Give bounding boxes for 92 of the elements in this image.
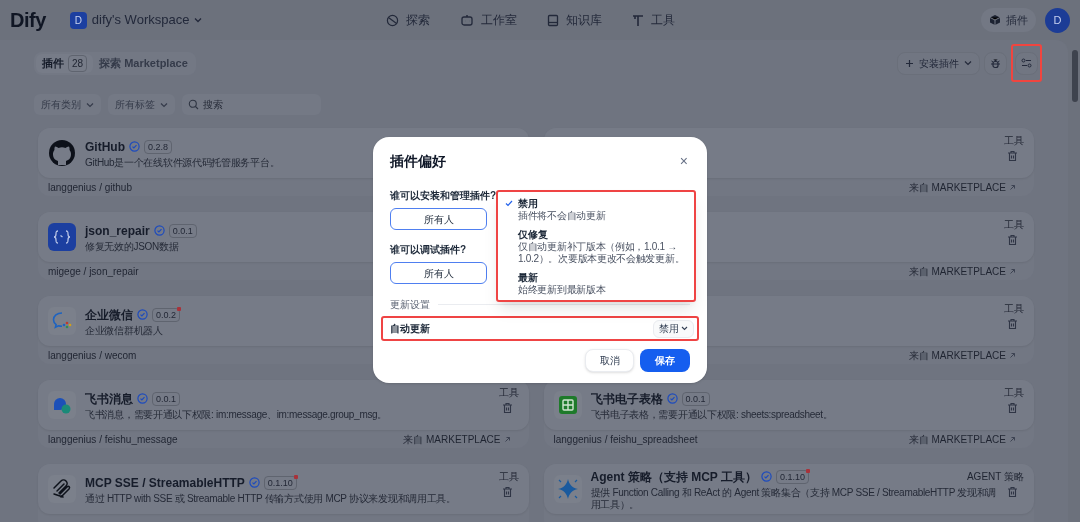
save-button[interactable]: 保存 [640, 349, 690, 372]
nav-link[interactable]: 工作室 [455, 11, 521, 29]
version-badge: 0.0.1 [168, 223, 197, 238]
update-mode-select[interactable]: 禁用 [653, 319, 694, 338]
cube-icon [989, 14, 1001, 26]
plugin-description: 企业微信群机器人 [85, 324, 163, 337]
plugin-description: 飞书消息，需要开通以下权限: im:message、im:message.group_msg。 [85, 408, 388, 421]
plugin-path: langgenius / feishu_message [48, 432, 178, 447]
marketplace-link[interactable]: 来自 MARKETPLACE [403, 431, 511, 447]
install-plugin-button[interactable]: 安装插件 [897, 51, 980, 75]
book-icon [546, 13, 559, 27]
plugin-name: 飞书消息 [85, 390, 133, 408]
chevron-down-icon [86, 101, 94, 108]
category-tag: AGENT 策略 [964, 471, 1026, 483]
category-tag: 工具 [1002, 219, 1026, 231]
cancel-button[interactable]: 取消 [585, 349, 634, 372]
plugin-path: langgenius / wecom [48, 348, 137, 363]
trash-icon[interactable] [1007, 318, 1018, 330]
menu-item-description: 始终更新到最新版本 [518, 284, 606, 296]
external-link-icon [1009, 351, 1016, 359]
workspace-avatar: D [69, 11, 87, 29]
plugin-name: GitHub [85, 138, 125, 156]
category-tag: 工具 [1002, 387, 1026, 399]
marketplace-link[interactable]: 来自 MARKETPLACE [908, 431, 1016, 447]
logo: Dify [10, 8, 46, 33]
robot-icon [459, 13, 474, 27]
bug-icon [990, 57, 1001, 69]
debug-button[interactable] [984, 51, 1007, 75]
count-badge: 28 [68, 54, 88, 72]
marketplace-link[interactable]: 来自 MARKETPLACE [908, 263, 1016, 279]
tab[interactable]: 插件 28 [36, 53, 94, 73]
plugin-description: 修复无效的JSON数据 [85, 240, 179, 253]
category-tag: 工具 [496, 387, 521, 399]
braces-icon [48, 223, 76, 251]
plugin-path: migege / json_repair [48, 264, 139, 279]
external-link-icon [503, 435, 511, 443]
category-tag: 工具 [1002, 303, 1026, 315]
plugin-name: 飞书电子表格 [590, 390, 663, 408]
close-button[interactable]: × [679, 154, 688, 168]
option-button[interactable]: 所有人 [390, 208, 487, 230]
marketplace-link[interactable]: 来自 MARKETPLACE [908, 347, 1016, 363]
version-badge: 0.0.1 [681, 391, 710, 406]
trash-icon[interactable] [1007, 486, 1018, 498]
dialog-title: 插件偏好 [390, 151, 446, 171]
nav-link[interactable]: 探索 [381, 11, 434, 29]
field-label: 谁可以调试插件? [390, 243, 467, 257]
trash-icon[interactable] [1007, 150, 1018, 162]
settings-button[interactable] [1015, 51, 1038, 75]
plugin-name: MCP SSE / StreamableHTTP [85, 474, 245, 492]
plugin-name: 企业微信 [85, 306, 133, 324]
tab[interactable]: 探索 Marketplace [93, 53, 194, 73]
external-link-icon [1009, 267, 1016, 275]
plugin-name: Agent 策略（支持 MCP 工具） [590, 468, 757, 486]
version-badge: 0.1.10 [263, 475, 297, 490]
menu-item-title: 禁用 [518, 197, 538, 210]
trash-icon[interactable] [1007, 402, 1018, 414]
workspace-selector[interactable]: D dify's Workspace [69, 10, 203, 30]
external-link-icon [1009, 183, 1016, 191]
chevron-down-icon [194, 17, 203, 23]
plugin-card[interactable]: 飞书电子表格 0.0.1 飞书电子表格，需要开通以下权限: sheets:spreadsheet。 工具 langgenius / feishu_spreadsheet 来自 MARKETPLACE [543, 380, 1034, 448]
setting-label: 自动更新 [390, 322, 430, 336]
plugin-path: langgenius / github [48, 180, 132, 195]
chevron-down-icon [160, 101, 168, 108]
plugin-path: langgenius / feishu_spreadsheet [553, 432, 698, 447]
category-tag: 工具 [1002, 135, 1026, 147]
hammer-icon [631, 13, 644, 27]
version-badge: 0.2.8 [144, 139, 173, 154]
plugin-description: 飞书电子表格，需要开通以下权限: sheets:spreadsheet。 [590, 408, 833, 421]
chevron-down-icon [681, 326, 688, 331]
plugin-name: json_repair [85, 222, 150, 240]
nav-link[interactable]: 知识库 [542, 11, 606, 29]
sliders-icon [1021, 58, 1032, 68]
plugins-button[interactable]: 插件 [981, 8, 1036, 32]
user-avatar[interactable]: D [1045, 7, 1070, 33]
version-badge: 0.0.2 [152, 307, 181, 322]
trash-icon[interactable] [1007, 234, 1018, 246]
version-badge: 0.0.1 [152, 391, 181, 406]
plus-icon [905, 58, 914, 68]
trash-icon[interactable] [501, 402, 513, 414]
trash-icon[interactable] [501, 486, 513, 498]
external-link-icon [1009, 435, 1016, 443]
plugin-card[interactable]: 飞书消息 0.0.1 飞书消息，需要开通以下权限: im:message、im:message.group_msg。 工具 langgenius / feishu_message 来自 MARKETPLACE [38, 380, 529, 448]
github-icon [48, 139, 76, 167]
chevron-down-icon [964, 60, 972, 66]
option-button[interactable]: 所有人 [390, 262, 487, 284]
category-tag: 工具 [496, 471, 521, 483]
section-label: 更新设置 [390, 298, 430, 312]
search-field[interactable]: 搜索 [182, 94, 321, 115]
marketplace-link[interactable]: 来自 MARKETPLACE [908, 179, 1016, 195]
version-badge: 0.1.10 [775, 469, 809, 484]
nav-link[interactable]: 工具 [627, 11, 679, 29]
scrollbar-thumb[interactable] [1072, 50, 1078, 102]
